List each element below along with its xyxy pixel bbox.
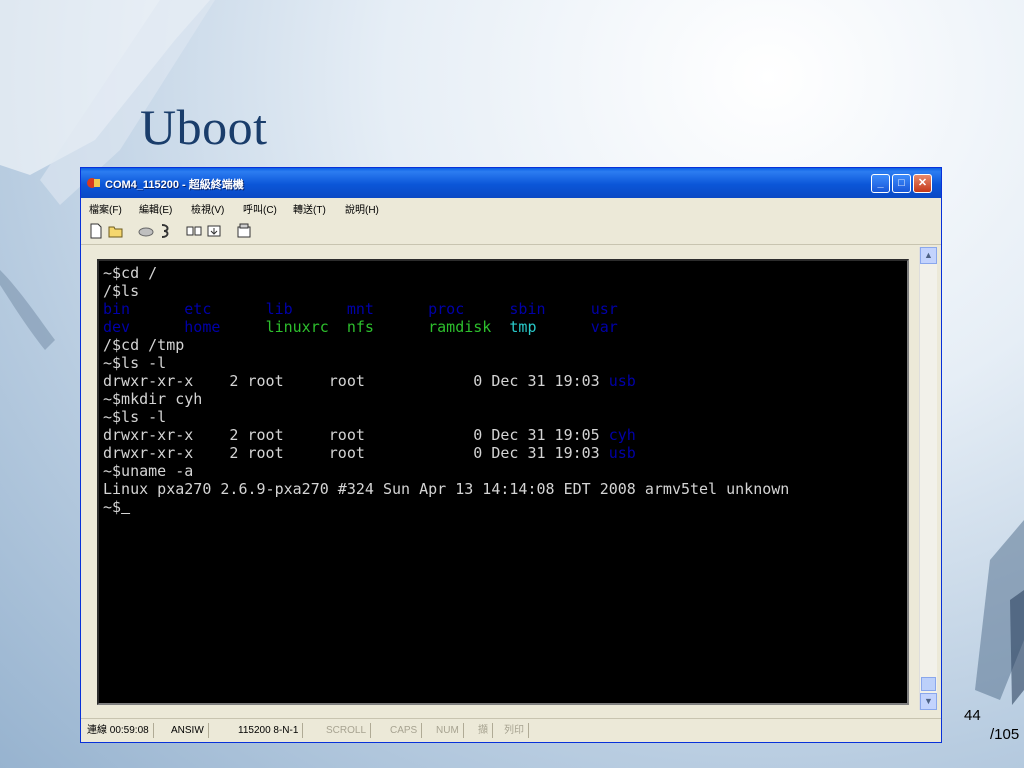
window-titlebar[interactable]: COM4_115200 - 超級終端機 _ □ ✕ — [81, 168, 941, 198]
menu-file[interactable]: 檔案(F) — [89, 201, 122, 216]
open-icon[interactable] — [107, 222, 125, 240]
terminal-output: ~$cd / /$ls bin etc lib mnt proc sbin us… — [103, 264, 789, 516]
terminal-line: ~$mkdir cyh — [103, 390, 203, 408]
receive-icon[interactable] — [205, 222, 223, 240]
status-port-settings: 115200 8-N-1 — [238, 723, 304, 738]
vertical-scrollbar[interactable]: ▲ ▼ — [919, 247, 937, 710]
terminal-line: drwxr-xr-x 2 root root 0 Dec 31 19:05 cy… — [103, 426, 636, 444]
terminal-line: ~$ls -l — [103, 354, 167, 372]
terminal-line: /$cd /tmp — [103, 336, 185, 354]
send-icon[interactable] — [185, 222, 203, 240]
terminal-line: drwxr-xr-x 2 root root 0 Dec 31 19:03 us… — [103, 372, 636, 390]
status-scroll: SCROLL — [326, 723, 372, 738]
menu-help[interactable]: 說明(H) — [345, 201, 379, 216]
hyperterminal-window: COM4_115200 - 超級終端機 _ □ ✕ 檔案(F) 編輯(E) 檢視… — [80, 167, 942, 743]
slide-title: Uboot — [140, 99, 268, 155]
terminal-line: dev home linuxrc nfs ramdisk tmp var — [103, 318, 618, 336]
menu-bar: 檔案(F) 編輯(E) 檢視(V) 呼叫(C) 轉送(T) 說明(H) — [81, 198, 941, 218]
scroll-up-button[interactable]: ▲ — [920, 247, 937, 264]
terminal-screen[interactable]: ~$cd / /$ls bin etc lib mnt proc sbin us… — [97, 259, 909, 705]
status-print: 列印 — [504, 723, 529, 738]
phone-icon[interactable] — [137, 222, 155, 240]
terminal-line: Linux pxa270 2.6.9-pxa270 #324 Sun Apr 1… — [103, 480, 790, 498]
status-caps: CAPS — [390, 723, 423, 738]
terminal-line: bin etc lib mnt proc sbin usr — [103, 300, 618, 318]
window-title: COM4_115200 - 超級終端機 — [105, 179, 244, 191]
status-connected-time: 連線 00:59:08 — [87, 723, 154, 738]
status-capture: 擷 — [478, 723, 493, 738]
menu-edit[interactable]: 編輯(E) — [139, 201, 172, 216]
properties-icon[interactable] — [235, 222, 253, 240]
terminal-line: ~$ls -l — [103, 408, 167, 426]
terminal-line: ~$cd / — [103, 264, 158, 282]
new-icon[interactable] — [87, 222, 105, 240]
terminal-line: /$ls — [103, 282, 140, 300]
status-emulation: ANSIW — [171, 723, 209, 738]
close-button[interactable]: ✕ — [913, 174, 932, 193]
status-bar: 連線 00:59:08 ANSIW 115200 8-N-1 SCROLL CA… — [81, 718, 941, 742]
maximize-button[interactable]: □ — [892, 174, 911, 193]
scroll-thumb[interactable] — [921, 677, 936, 691]
menu-transfer[interactable]: 轉送(T) — [293, 201, 326, 216]
hyperterminal-app-icon — [87, 178, 100, 188]
terminal-line: ~$ — [103, 498, 122, 516]
status-num: NUM — [436, 723, 464, 738]
terminal-line: ~$uname -a — [103, 462, 194, 480]
toolbar — [81, 218, 941, 245]
slide-page-number: 44 — [964, 707, 981, 724]
menu-call[interactable]: 呼叫(C) — [243, 201, 277, 216]
menu-view[interactable]: 檢視(V) — [191, 201, 224, 216]
terminal-line: drwxr-xr-x 2 root root 0 Dec 31 19:03 us… — [103, 444, 636, 462]
minimize-button[interactable]: _ — [871, 174, 890, 193]
disconnect-icon[interactable] — [157, 222, 175, 240]
scroll-down-button[interactable]: ▼ — [920, 693, 937, 710]
slide-page-total: /105 — [990, 726, 1020, 743]
